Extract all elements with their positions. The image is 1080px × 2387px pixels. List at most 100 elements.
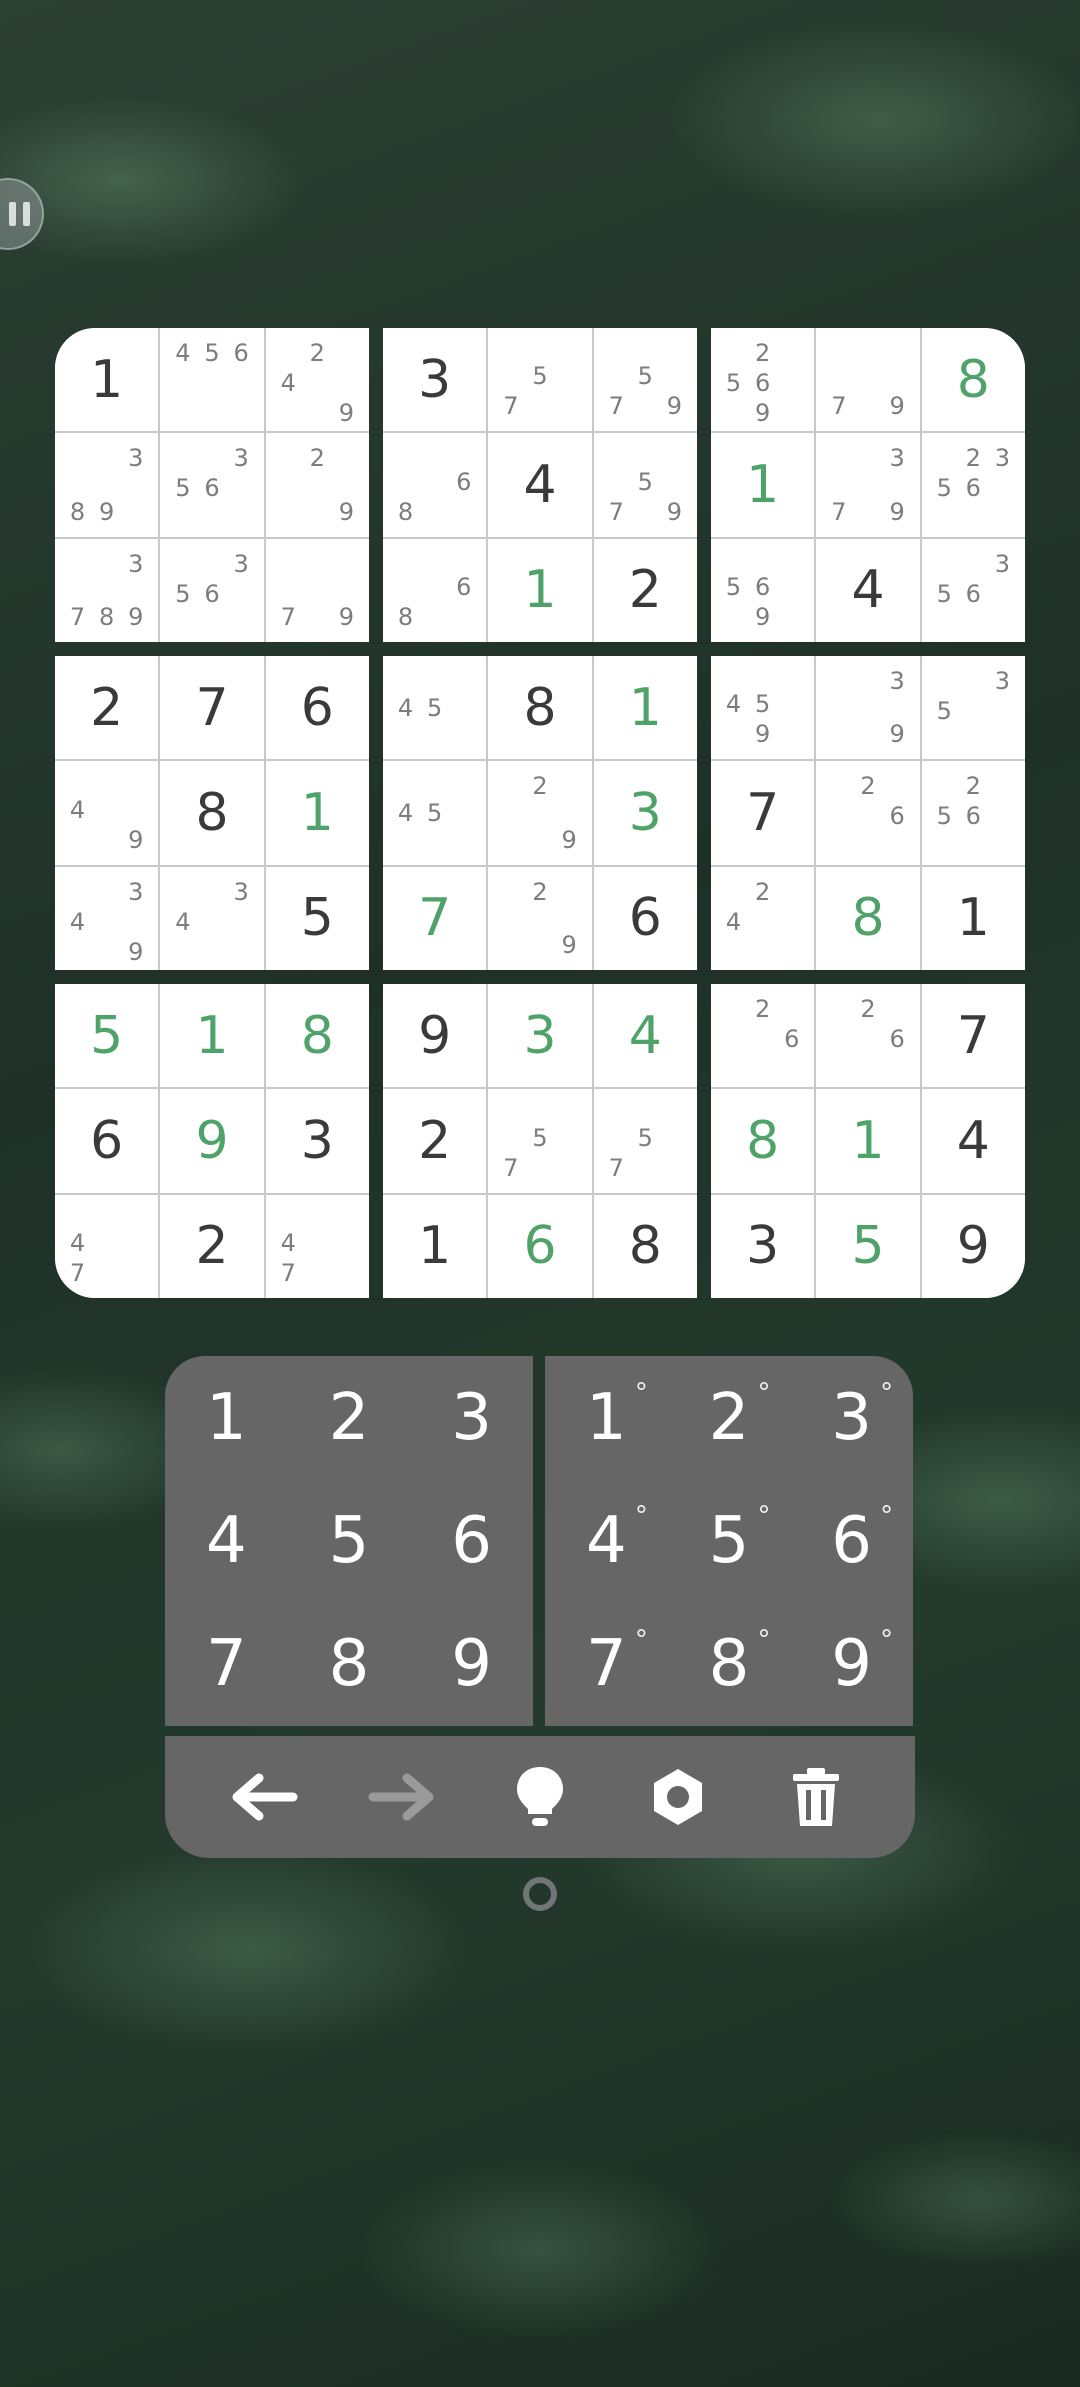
sudoku-cell[interactable]: 57 9 [593,328,697,432]
settings-button[interactable] [638,1757,718,1837]
sudoku-cell[interactable]: 3 789 [55,538,159,642]
sudoku-cell[interactable]: 5 [816,1194,920,1298]
sudoku-cell[interactable]: 8 [488,656,592,760]
sudoku-cell[interactable]: 8 [816,866,920,970]
sudoku-cell[interactable]: 57 [488,1089,592,1193]
clear-button[interactable] [776,1757,856,1837]
sudoku-cell[interactable]: 8 [711,1089,815,1193]
sudoku-cell[interactable]: 1 [711,433,815,537]
sudoku-cell[interactable]: 1 [265,761,369,865]
sudoku-cell[interactable]: 57 [593,1089,697,1193]
sudoku-cell[interactable]: 8 [921,328,1025,432]
sudoku-cell[interactable]: 45 [383,761,487,865]
sudoku-cell[interactable]: 24 9 [265,328,369,432]
sudoku-cell[interactable]: 26 [816,984,920,1088]
sudoku-cell[interactable]: 2569 [711,328,815,432]
sudoku-cell[interactable]: 29 [488,866,592,970]
sudoku-cell[interactable]: 7 [711,761,815,865]
sudoku-cell[interactable]: 456 [160,328,264,432]
pause-button[interactable] [0,178,44,250]
sudoku-cell[interactable]: 2 [383,1089,487,1193]
sudoku-cell[interactable]: 79 [265,538,369,642]
sudoku-cell[interactable]: 1 [55,328,159,432]
sudoku-cell[interactable]: 1 [593,656,697,760]
sudoku-cell[interactable]: 1 [921,866,1025,970]
sudoku-cell[interactable]: 3 4 9 [55,866,159,970]
sudoku-cell[interactable]: 79 [816,328,920,432]
sudoku-cell[interactable]: 459 [711,656,815,760]
sudoku-cell[interactable]: 7 [383,866,487,970]
sudoku-cell[interactable]: 3 56 [921,538,1025,642]
sudoku-cell[interactable]: 4 [593,984,697,1088]
sudoku-cell[interactable]: 26 [816,761,920,865]
digit-key[interactable]: 4 [165,1479,288,1602]
drag-handle[interactable] [523,1877,557,1911]
note-key[interactable]: 9 ° [790,1603,913,1726]
note-key[interactable]: 2 ° [668,1356,791,1479]
sudoku-cell[interactable]: 2 [55,656,159,760]
sudoku-cell[interactable]: 2 [593,538,697,642]
sudoku-cell[interactable]: 29 [265,433,369,537]
sudoku-cell[interactable]: 256 [921,761,1025,865]
digit-key[interactable]: 1 [165,1356,288,1479]
sudoku-cell[interactable]: 1 [816,1089,920,1193]
digit-key[interactable]: 9 [410,1603,533,1726]
sudoku-cell[interactable]: 39 [816,656,920,760]
sudoku-cell[interactable]: 35 [921,656,1025,760]
note-key[interactable]: 3 ° [790,1356,913,1479]
sudoku-cell[interactable]: 49 [55,761,159,865]
sudoku-cell[interactable]: 3 7 9 [816,433,920,537]
sudoku-cell[interactable]: 6 [55,1089,159,1193]
note-key[interactable]: 8 ° [668,1603,791,1726]
sudoku-cell[interactable]: 5 [55,984,159,1088]
digit-key[interactable]: 8 [288,1603,411,1726]
sudoku-cell[interactable]: 9 [921,1194,1025,1298]
sudoku-cell[interactable]: 6 [265,656,369,760]
sudoku-cell[interactable]: 57 [488,328,592,432]
redo-button[interactable] [362,1757,442,1837]
sudoku-cell[interactable]: 34 [160,866,264,970]
sudoku-cell[interactable]: 3 56 [160,538,264,642]
sudoku-cell[interactable]: 26 [711,984,815,1088]
sudoku-cell[interactable]: 1 [383,1194,487,1298]
sudoku-cell[interactable]: 8 [593,1194,697,1298]
sudoku-cell[interactable]: 23 56 [921,433,1025,537]
sudoku-cell[interactable]: 24 [711,866,815,970]
note-key[interactable]: 5 ° [668,1479,791,1602]
sudoku-cell[interactable]: 47 [265,1194,369,1298]
sudoku-cell[interactable]: 68 [383,538,487,642]
sudoku-cell[interactable]: 3 [383,328,487,432]
sudoku-cell[interactable]: 4 [488,433,592,537]
sudoku-cell[interactable]: 45 [383,656,487,760]
note-key[interactable]: 6 ° [790,1479,913,1602]
sudoku-cell[interactable]: 7 [921,984,1025,1088]
sudoku-cell[interactable]: 8 [160,761,264,865]
note-key[interactable]: 4 ° [545,1479,668,1602]
sudoku-cell[interactable]: 68 [383,433,487,537]
digit-key[interactable]: 7 [165,1603,288,1726]
sudoku-cell[interactable]: 57 9 [593,433,697,537]
sudoku-cell[interactable]: 5 [265,866,369,970]
sudoku-cell[interactable]: 6 [488,1194,592,1298]
sudoku-cell[interactable]: 3 [265,1089,369,1193]
sudoku-cell[interactable]: 3 89 [55,433,159,537]
sudoku-cell[interactable]: 4 [921,1089,1025,1193]
note-key[interactable]: 1 ° [545,1356,668,1479]
note-key[interactable]: 7 ° [545,1603,668,1726]
sudoku-cell[interactable]: 47 [55,1194,159,1298]
sudoku-cell[interactable]: 7 [160,656,264,760]
digit-key[interactable]: 2 [288,1356,411,1479]
sudoku-cell[interactable]: 9 [383,984,487,1088]
sudoku-cell[interactable]: 569 [711,538,815,642]
sudoku-cell[interactable]: 4 [816,538,920,642]
hint-button[interactable] [500,1757,580,1837]
sudoku-cell[interactable]: 8 [265,984,369,1088]
sudoku-cell[interactable]: 3 [593,761,697,865]
undo-button[interactable] [224,1757,304,1837]
sudoku-cell[interactable]: 1 [160,984,264,1088]
digit-key[interactable]: 3 [410,1356,533,1479]
sudoku-cell[interactable]: 3 [711,1194,815,1298]
digit-key[interactable]: 6 [410,1479,533,1602]
sudoku-cell[interactable]: 6 [593,866,697,970]
sudoku-cell[interactable]: 3 56 [160,433,264,537]
